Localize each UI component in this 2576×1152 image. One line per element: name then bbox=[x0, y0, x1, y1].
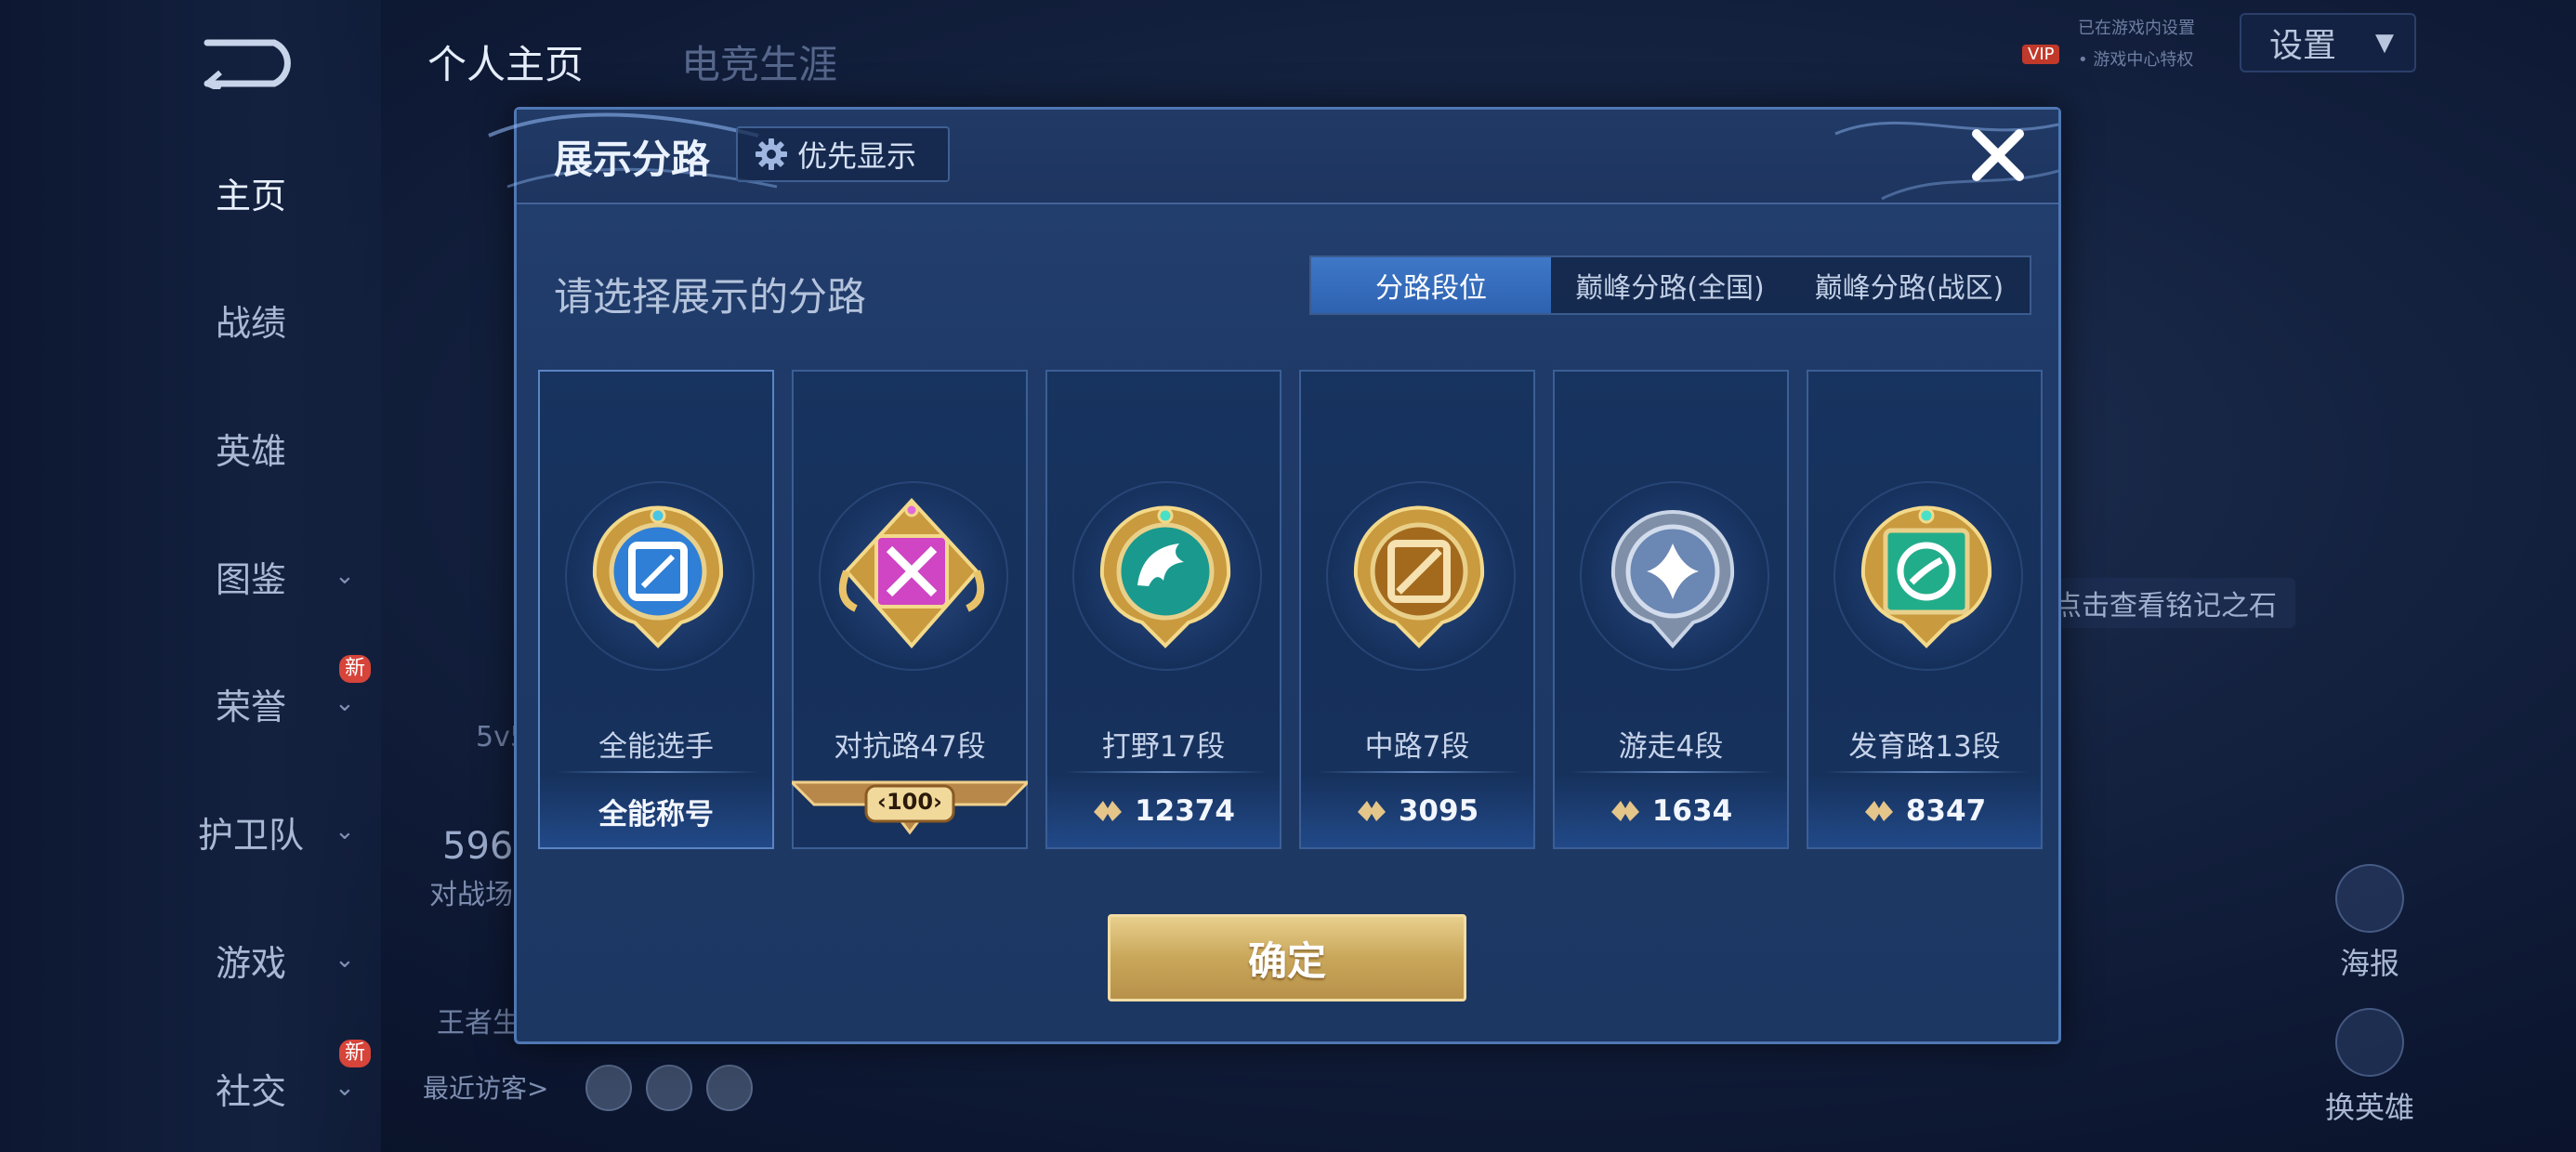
avatar[interactable] bbox=[646, 1065, 692, 1111]
close-icon[interactable] bbox=[1965, 123, 2031, 188]
memory-stone-link[interactable]: 点击查看铭记之石 bbox=[2044, 578, 2295, 628]
battle-count-label: 对战场 bbox=[429, 879, 513, 911]
new-badge: 新 bbox=[339, 655, 372, 683]
sidebar-item-heroes[interactable]: 英雄 bbox=[158, 420, 381, 476]
lane-name: 全能选手 bbox=[598, 730, 714, 764]
lane-name: 对抗路47段 bbox=[834, 730, 986, 764]
chevron-down-icon: ⌄ bbox=[335, 689, 355, 717]
vip-badge: VIP bbox=[2022, 45, 2060, 64]
tab-peak-lane-region[interactable]: 巅峰分路(战区) bbox=[1789, 257, 2030, 313]
chevron-down-icon: ⌄ bbox=[335, 946, 355, 974]
peak-score-icon bbox=[1610, 801, 1639, 821]
lane-name: 中路7段 bbox=[1364, 730, 1470, 764]
chevron-down-icon: ⌄ bbox=[335, 818, 355, 845]
header-wave-ornament bbox=[1834, 121, 2059, 201]
lane-name: 打野17段 bbox=[1101, 730, 1226, 764]
peak-score: 3095 bbox=[1398, 794, 1479, 828]
chevron-down-icon: ⌄ bbox=[335, 562, 355, 590]
lane-card-roam[interactable]: 游走4段 1634 bbox=[1553, 370, 1789, 849]
lane-footer: 全能称号 bbox=[540, 775, 772, 847]
peak-score-icon bbox=[1094, 801, 1123, 821]
farm-lane-emblem-icon bbox=[1860, 505, 1992, 648]
sidebar: 主页 战绩 英雄 图鉴 ⌄ 荣誉 新 ⌄ 护卫队 ⌄ 游戏 ⌄ 社交 新 ⌄ bbox=[0, 0, 381, 1152]
recent-visitors-label[interactable]: 最近访客> bbox=[423, 1068, 548, 1106]
vip-line-1: 已在游戏内设置 bbox=[2078, 19, 2195, 38]
avatar[interactable] bbox=[585, 1065, 632, 1111]
sidebar-item-social[interactable]: 社交 新 ⌄ bbox=[158, 1040, 381, 1116]
jungle-emblem-icon bbox=[1099, 505, 1231, 648]
sidebar-item-honor[interactable]: 荣誉 新 ⌄ bbox=[158, 655, 381, 731]
change-hero-button[interactable]: 换英雄 bbox=[2314, 1008, 2425, 1127]
lane-footer: 8347 bbox=[1808, 775, 2041, 847]
roam-emblem-icon bbox=[1610, 510, 1735, 649]
tab-esports-career[interactable]: 电竞生涯 bbox=[681, 33, 837, 90]
mid-lane-emblem-icon bbox=[1353, 505, 1485, 648]
king-label: 王者生 bbox=[437, 1007, 520, 1040]
peak-score-icon bbox=[1864, 801, 1893, 821]
lane-card-list: 全能选手 全能称号 对抗路47段 ‹100› 打野17段 12374 中路7段 … bbox=[538, 370, 2043, 849]
peak-score: 12374 bbox=[1135, 794, 1235, 828]
lane-footer: 1634 bbox=[1555, 775, 1787, 847]
peak-score: 8347 bbox=[1905, 794, 1987, 828]
peak-score-icon bbox=[1357, 801, 1386, 821]
lane-footer: 3095 bbox=[1301, 775, 1533, 847]
battle-count: 596 bbox=[442, 825, 514, 868]
avatar[interactable] bbox=[706, 1065, 753, 1111]
sidebar-item-codex[interactable]: 图鉴 ⌄ bbox=[158, 548, 381, 604]
lane-card-jungle[interactable]: 打野17段 12374 bbox=[1045, 370, 1281, 849]
game-profile-screen: 主页 战绩 英雄 图鉴 ⌄ 荣誉 新 ⌄ 护卫队 ⌄ 游戏 ⌄ 社交 新 ⌄ 个… bbox=[0, 0, 2576, 1152]
dialog-title: 展示分路 bbox=[554, 137, 711, 182]
dialog-header: 展示分路 优先显示 bbox=[488, 110, 2059, 204]
lane-name: 发育路13段 bbox=[1848, 730, 2001, 764]
tab-profile[interactable]: 个人主页 bbox=[427, 33, 584, 90]
lane-name: 游走4段 bbox=[1618, 730, 1724, 764]
sidebar-item-home[interactable]: 主页 bbox=[158, 164, 381, 220]
peak-score: 1634 bbox=[1651, 794, 1733, 828]
chevron-down-icon: ▼ bbox=[2375, 29, 2394, 57]
change-hero-icon bbox=[2335, 1008, 2404, 1077]
sidebar-item-records[interactable]: 战绩 bbox=[158, 292, 381, 347]
gear-icon bbox=[756, 138, 787, 170]
poster-button[interactable]: 海报 bbox=[2314, 864, 2425, 983]
rank-star-count: ‹100› bbox=[877, 789, 942, 815]
confirm-button[interactable]: 确定 bbox=[1108, 914, 1466, 1001]
lane-footer: 12374 bbox=[1047, 775, 1280, 847]
priority-display-button[interactable]: 优先显示 bbox=[736, 126, 950, 182]
new-badge: 新 bbox=[339, 1040, 372, 1067]
clash-lane-emblem-icon bbox=[838, 498, 985, 649]
lane-display-dialog: 展示分路 优先显示 请选择展示的分路 分路段位 巅峰分路(全国) 巅峰分路(战区… bbox=[488, 107, 2061, 1044]
back-arrow-icon[interactable] bbox=[200, 35, 302, 89]
vip-status[interactable]: VIP 已在游戏内设置 • 游戏中心特权 bbox=[2022, 9, 2208, 74]
tab-lane-rank[interactable]: 分路段位 bbox=[1311, 257, 1551, 313]
all-round-emblem-icon bbox=[592, 505, 724, 648]
lane-card-clash[interactable]: 对抗路47段 ‹100› bbox=[792, 370, 1028, 849]
dialog-subtitle: 请选择展示的分路 bbox=[554, 274, 867, 320]
poster-icon bbox=[2335, 864, 2404, 933]
lane-rank-tabs: 分路段位 巅峰分路(全国) 巅峰分路(战区) bbox=[1309, 255, 2031, 315]
lane-card-all-round[interactable]: 全能选手 全能称号 bbox=[538, 370, 774, 849]
lane-card-farm[interactable]: 发育路13段 8347 bbox=[1807, 370, 2043, 849]
vip-line-2: • 游戏中心特权 bbox=[2078, 50, 2194, 70]
settings-button[interactable]: 设置 ▼ bbox=[2240, 13, 2416, 72]
chevron-down-icon: ⌄ bbox=[335, 1074, 355, 1102]
sidebar-item-games[interactable]: 游戏 ⌄ bbox=[158, 932, 381, 988]
lane-card-mid[interactable]: 中路7段 3095 bbox=[1299, 370, 1535, 849]
tab-peak-lane-national[interactable]: 巅峰分路(全国) bbox=[1551, 257, 1789, 313]
sidebar-item-guard[interactable]: 护卫队 ⌄ bbox=[158, 804, 381, 859]
